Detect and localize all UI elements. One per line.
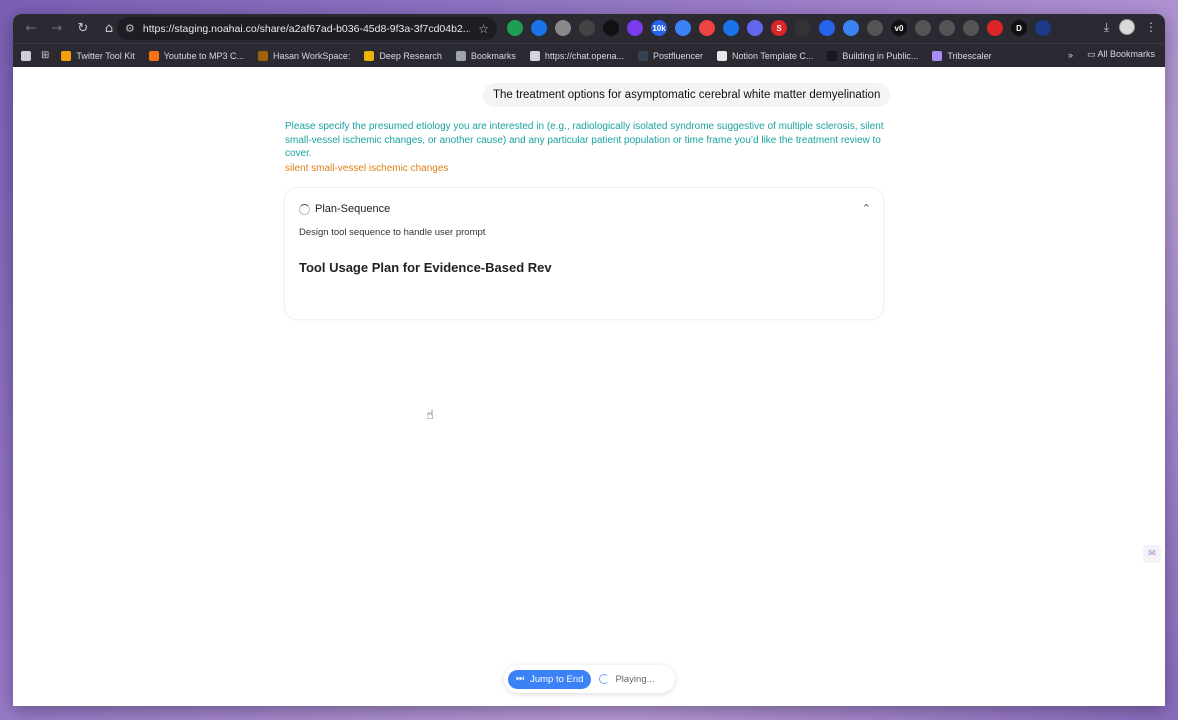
- bookmark-item[interactable]: Twitter Tool Kit: [61, 50, 135, 61]
- bookmark-item[interactable]: https://chat.opena...: [529, 50, 624, 61]
- forward-icon[interactable]: →: [45, 17, 69, 41]
- bookmark-favicon-icon: [529, 50, 540, 61]
- bookmark-favicon-icon: [717, 50, 727, 61]
- plan-title: Plan-Sequence: [315, 203, 391, 215]
- reload-icon[interactable]: ↻: [71, 17, 95, 41]
- extension-icon[interactable]: 10k: [651, 20, 667, 36]
- extension-icon[interactable]: [627, 20, 643, 36]
- bookmark-label: Youtube to MP3 C...: [163, 50, 244, 61]
- bookmark-label: Bookmarks: [470, 50, 516, 61]
- extension-icon[interactable]: [963, 20, 979, 36]
- hand-cursor-icon: ☝: [426, 408, 434, 423]
- download-icon[interactable]: ⤓: [1104, 20, 1109, 35]
- bookmark-favicon-icon: [455, 50, 466, 61]
- extension-icon[interactable]: [867, 20, 883, 36]
- address-bar[interactable]: ⚙ https://staging.noahai.co/share/a2af67…: [117, 17, 497, 40]
- bookmark-item[interactable]: Deep Research: [364, 50, 442, 61]
- chat-page: The treatment options for asymptomatic c…: [13, 67, 1165, 706]
- playing-status: Playing...: [599, 673, 655, 685]
- extensions-strip: 10k Sv0 D: [507, 20, 1051, 36]
- bookmarks-more-icon[interactable]: »: [1068, 50, 1073, 60]
- extension-icon[interactable]: [699, 20, 715, 36]
- jump-label: Jump to End: [530, 673, 584, 685]
- extension-icon[interactable]: [531, 20, 547, 36]
- bookmark-favicon-icon: [364, 50, 375, 61]
- bookmark-grid-icon[interactable]: [21, 50, 31, 61]
- apps-icon[interactable]: ⊞: [41, 50, 49, 61]
- extension-icon[interactable]: [579, 20, 595, 36]
- profile-avatar[interactable]: [1119, 19, 1135, 35]
- extension-icon[interactable]: [507, 20, 523, 36]
- folder-icon: ▭: [1086, 50, 1096, 60]
- extension-icon[interactable]: v0: [891, 20, 907, 36]
- side-widget-icon[interactable]: ✉: [1143, 545, 1161, 563]
- bookmark-favicon-icon: [637, 50, 648, 61]
- toolbar-right: ⤓ ⋮: [1104, 19, 1157, 35]
- site-info-icon[interactable]: ⚙: [125, 22, 135, 35]
- bookmark-favicon-icon: [257, 50, 268, 61]
- extension-icon[interactable]: [1035, 20, 1051, 36]
- bookmark-label: Hasan WorkSpace:: [272, 50, 351, 61]
- playing-label: Playing...: [615, 673, 655, 685]
- extension-icon[interactable]: [843, 20, 859, 36]
- bookmark-favicon-icon: [827, 50, 838, 61]
- bookmark-label: Building in Public...: [842, 50, 919, 61]
- plan-sequence-card: Plan-Sequence ⌃ Design tool sequence to …: [285, 188, 883, 319]
- bookmark-item[interactable]: Building in Public...: [827, 50, 919, 61]
- extension-icon[interactable]: [987, 20, 1003, 36]
- extension-icon[interactable]: [747, 20, 763, 36]
- skip-end-icon: ⏭: [516, 674, 525, 684]
- bookmark-item[interactable]: Postfluencer: [637, 50, 703, 61]
- bookmark-favicon-icon: [148, 50, 159, 61]
- bookmarks-bar: ⊞ Twitter Tool Kit Youtube to MP3 C... Has…: [13, 43, 1165, 67]
- user-message-bubble: The treatment options for asymptomatic c…: [483, 83, 891, 107]
- back-icon[interactable]: ←: [19, 17, 43, 41]
- bookmark-list: Twitter Tool Kit Youtube to MP3 C... Hasan…: [61, 50, 1005, 61]
- bookmark-favicon-icon: [61, 50, 72, 61]
- bookmark-item[interactable]: Hasan WorkSpace:: [257, 50, 351, 61]
- bookmark-label: Deep Research: [379, 50, 442, 61]
- all-bookmarks-folder[interactable]: ▭ All Bookmarks: [1087, 49, 1155, 60]
- bookmark-item[interactable]: Tribescaler: [932, 50, 992, 61]
- playback-bar: ⏭ Jump to End Playing...: [504, 665, 675, 693]
- bookmark-item[interactable]: Notion Template C...: [717, 50, 814, 61]
- bookmark-star-icon[interactable]: ☆: [478, 22, 489, 36]
- url-text[interactable]: https://staging.noahai.co/share/a2af67ad…: [143, 23, 470, 35]
- bookmark-item[interactable]: Youtube to MP3 C...: [148, 50, 244, 61]
- extension-icon[interactable]: [603, 20, 619, 36]
- bookmarks-right: » ▭ All Bookmarks: [1068, 49, 1155, 60]
- bookmark-label: Twitter Tool Kit: [76, 50, 135, 61]
- bookmark-label: Tribescaler: [947, 50, 992, 61]
- plan-heading: Tool Usage Plan for Evidence-Based Rev: [299, 260, 552, 275]
- extension-icon[interactable]: [675, 20, 691, 36]
- all-bookmarks-label: All Bookmarks: [1097, 49, 1155, 59]
- jump-to-end-button[interactable]: ⏭ Jump to End: [508, 669, 592, 689]
- user-answer: silent small-vessel ischemic changes: [285, 163, 449, 174]
- browser-window: ← → ↻ ⌂ ⚙ https://staging.noahai.co/shar…: [13, 14, 1165, 706]
- plan-subtitle: Design tool sequence to handle user prom…: [299, 227, 486, 238]
- extension-icon[interactable]: [819, 20, 835, 36]
- extension-icon[interactable]: [555, 20, 571, 36]
- extension-icon[interactable]: D: [1011, 20, 1027, 36]
- loading-spinner-icon: [299, 203, 310, 215]
- assistant-clarification: Please specify the presumed etiology you…: [285, 121, 884, 159]
- extension-icon[interactable]: [915, 20, 931, 36]
- extension-icon[interactable]: [723, 20, 739, 36]
- chevron-up-icon[interactable]: ⌃: [862, 202, 871, 215]
- browser-toolbar: ← → ↻ ⌂ ⚙ https://staging.noahai.co/shar…: [13, 14, 1165, 43]
- plan-header[interactable]: Plan-Sequence: [299, 203, 390, 215]
- menu-icon[interactable]: ⋮: [1145, 20, 1157, 34]
- bookmark-favicon-icon: [932, 50, 943, 61]
- bookmark-label: https://chat.opena...: [544, 50, 624, 61]
- playing-spinner-icon: [599, 674, 610, 684]
- bookmark-item[interactable]: Bookmarks: [455, 50, 516, 61]
- bookmark-label: Postfluencer: [652, 50, 703, 61]
- extension-icon[interactable]: [939, 20, 955, 36]
- extension-icon[interactable]: [795, 20, 811, 36]
- extension-icon[interactable]: S: [771, 20, 787, 36]
- bookmark-label: Notion Template C...: [732, 50, 814, 61]
